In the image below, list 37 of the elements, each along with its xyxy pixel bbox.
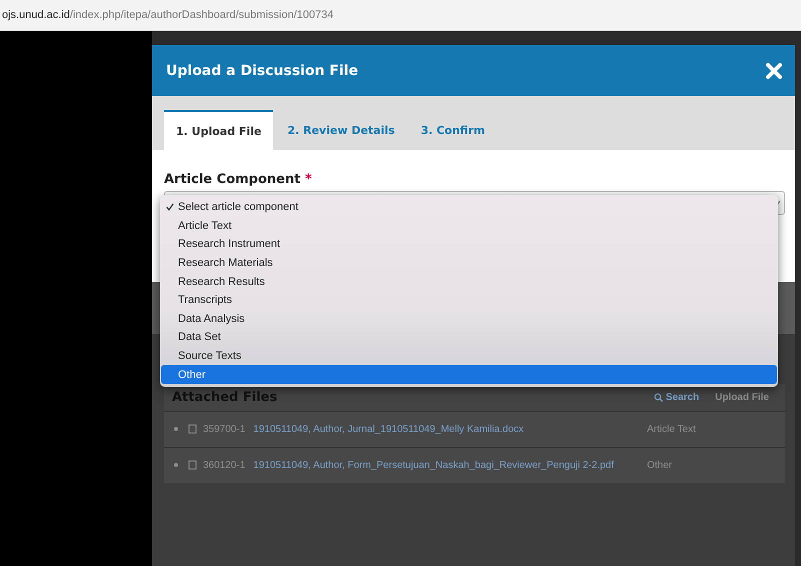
dropdown-option[interactable]: Transcripts [161, 290, 777, 310]
tab[interactable]: 1. Upload File [164, 110, 274, 150]
option-label: Research Results [178, 276, 265, 288]
option-label: Other [178, 368, 206, 381]
dropdown-option[interactable]: Select article component [161, 198, 777, 217]
field-label: Article Component * [164, 172, 313, 187]
dropdown-option[interactable]: Data Set [161, 328, 777, 347]
option-label: Source Texts [178, 350, 242, 362]
option-label: Research Materials [178, 257, 273, 270]
option-label: Research Instrument [178, 238, 280, 250]
dropdown-option[interactable]: Article Text [161, 216, 777, 236]
search-icon [654, 393, 663, 402]
close-icon[interactable] [765, 62, 783, 80]
file-id: 360120-1 [203, 460, 246, 471]
option-label: Data Analysis [178, 312, 245, 325]
option-label: Transcripts [178, 294, 232, 306]
dropdown-option[interactable]: Research Instrument [161, 235, 777, 254]
tab[interactable]: 2. Review Details [275, 110, 407, 150]
expand-icon[interactable] [174, 463, 178, 468]
option-label: Article Text [178, 220, 232, 232]
option-label: Data Set [178, 331, 221, 344]
file-icon [188, 460, 197, 470]
tab[interactable]: 3. Confirm [408, 110, 497, 150]
dropdown-option[interactable]: Source Texts [161, 346, 777, 366]
option-label: Select article component [178, 201, 298, 214]
modal-title: Upload a Discussion File [166, 62, 358, 78]
url-path[interactable]: /index.php/itepa/authorDashboard/submission/100734 [70, 9, 334, 21]
dropdown-option[interactable]: Data Analysis [161, 310, 777, 328]
file-icon [188, 424, 197, 434]
dropdown-option[interactable]: Research Results [161, 272, 777, 291]
dropdown-option[interactable]: Other [161, 365, 777, 384]
file-genre: Other [646, 459, 674, 473]
file-genre: Article Text [646, 423, 697, 437]
expand-icon[interactable] [174, 427, 178, 432]
url-host[interactable]: ojs.unud.ac.id [2, 9, 70, 21]
file-id: 359700-1 [203, 424, 246, 435]
dropdown-option[interactable]: Research Materials [161, 254, 777, 272]
